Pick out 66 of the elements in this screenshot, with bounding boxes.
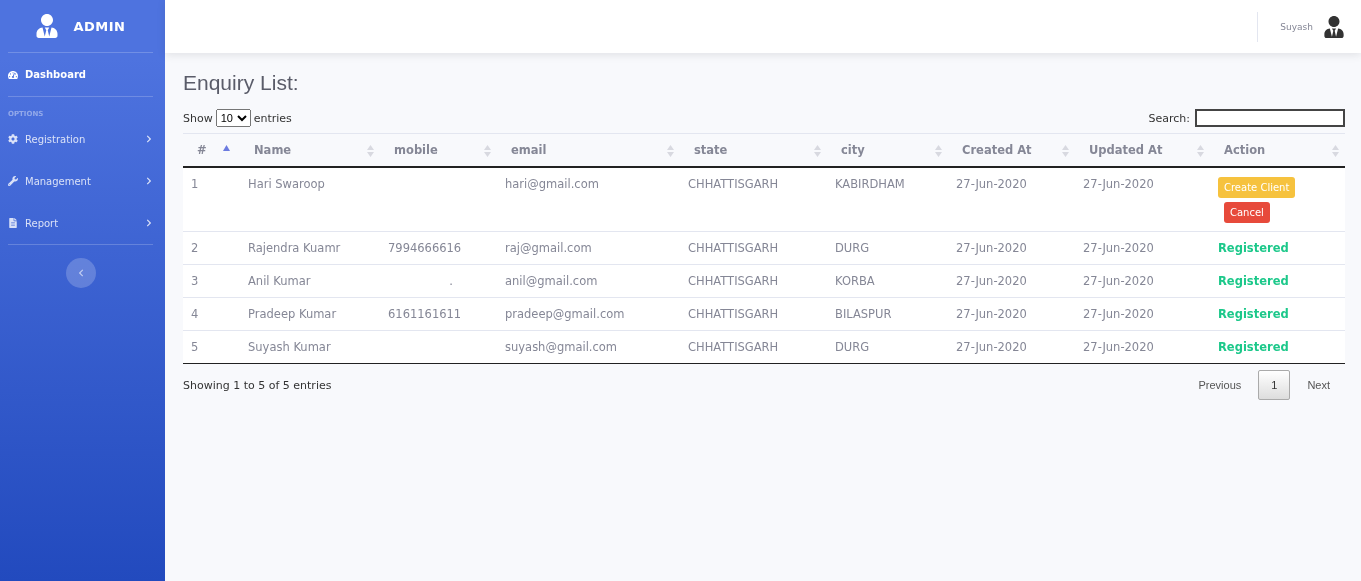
- status-text: Registered: [1218, 241, 1289, 255]
- table-cell: 3: [191, 274, 199, 288]
- table-cell: 5: [191, 340, 199, 354]
- table-cell: CHHATTISGARH: [688, 307, 779, 321]
- gauge-icon: [8, 69, 18, 80]
- table-cell: BILASPUR: [835, 307, 892, 321]
- table-cell: hari@gmail.com: [505, 177, 599, 191]
- table-cell: 27-Jun-2020: [956, 274, 1027, 288]
- gear-icon: [8, 134, 18, 144]
- page-button[interactable]: 1: [1258, 370, 1291, 400]
- brand-title: ADMIN: [73, 18, 126, 34]
- sidebar-item[interactable]: Dashboard: [8, 53, 153, 96]
- cancel-button[interactable]: Cancel: [1224, 202, 1270, 223]
- table-cell: Hari Swaroop: [248, 177, 325, 191]
- table-cell: KABIRDHAM: [835, 177, 905, 191]
- pagination-link[interactable]: Next: [1292, 370, 1345, 400]
- table-cell: Pradeep Kumar: [248, 307, 337, 321]
- sidebar-item[interactable]: Report: [8, 202, 153, 244]
- search-label: Search:: [1148, 111, 1190, 125]
- table-cell: .: [449, 274, 453, 288]
- table-cell: 27-Jun-2020: [1083, 241, 1154, 255]
- table-info: Showing 1 to 5 of 5 entries: [183, 378, 332, 392]
- wrench-icon: [8, 176, 18, 186]
- entries-label: entries: [253, 112, 292, 125]
- table-cell: 27-Jun-2020: [1083, 340, 1154, 354]
- table-cell: Suyash Kumar: [248, 340, 331, 354]
- entries-select[interactable]: 10: [215, 109, 251, 127]
- table-cell: CHHATTISGARH: [688, 177, 779, 191]
- table-cell: 27-Jun-2020: [1083, 274, 1154, 288]
- table-cell: DURG: [835, 241, 870, 255]
- table-cell: Rajendra Kuamr: [248, 241, 341, 255]
- avatar-icon[interactable]: [1323, 15, 1345, 38]
- table-cell: 27-Jun-2020: [956, 241, 1027, 255]
- table-cell: CHHATTISGARH: [688, 340, 779, 354]
- table-cell: pradeep@gmail.com: [505, 307, 625, 321]
- table-cell: CHHATTISGARH: [688, 274, 779, 288]
- document-icon: [8, 218, 18, 228]
- status-text: Registered: [1218, 307, 1289, 321]
- table-cell: 4: [191, 307, 199, 321]
- table-cell: 2: [191, 241, 199, 255]
- table-cell: 27-Jun-2020: [1083, 307, 1154, 321]
- search-field[interactable]: [1195, 109, 1345, 127]
- chevron-left-icon: [76, 269, 85, 277]
- status-text: Registered: [1218, 274, 1289, 288]
- table-cell: 7994666616: [388, 241, 462, 255]
- user-name[interactable]: Suyash: [1280, 21, 1313, 32]
- table-cell: anil@gmail.com: [505, 274, 598, 288]
- table-cell: 27-Jun-2020: [1083, 177, 1154, 191]
- status-text: Registered: [1218, 340, 1289, 354]
- pagination-link[interactable]: Previous: [1183, 370, 1257, 400]
- table-cell: raj@gmail.com: [505, 241, 592, 255]
- table-cell: 1: [191, 177, 199, 191]
- table-cell: CHHATTISGARH: [688, 241, 779, 255]
- page-title: Enquiry List:: [183, 71, 300, 95]
- sidebar-item[interactable]: Registration: [8, 118, 153, 160]
- table-cell: 6161161611: [388, 307, 462, 321]
- table-cell: Anil Kumar: [248, 274, 311, 288]
- table-cell: 27-Jun-2020: [956, 177, 1027, 191]
- table-cell: 27-Jun-2020: [956, 340, 1027, 354]
- table-cell: 27-Jun-2020: [956, 307, 1027, 321]
- table-cell: KORBA: [835, 274, 875, 288]
- table-cell: suyash@gmail.com: [505, 340, 618, 354]
- admin-user-icon: [35, 14, 60, 38]
- table-cell: DURG: [835, 340, 870, 354]
- sidebar-item[interactable]: Management: [8, 160, 153, 202]
- show-label: Show: [183, 112, 213, 125]
